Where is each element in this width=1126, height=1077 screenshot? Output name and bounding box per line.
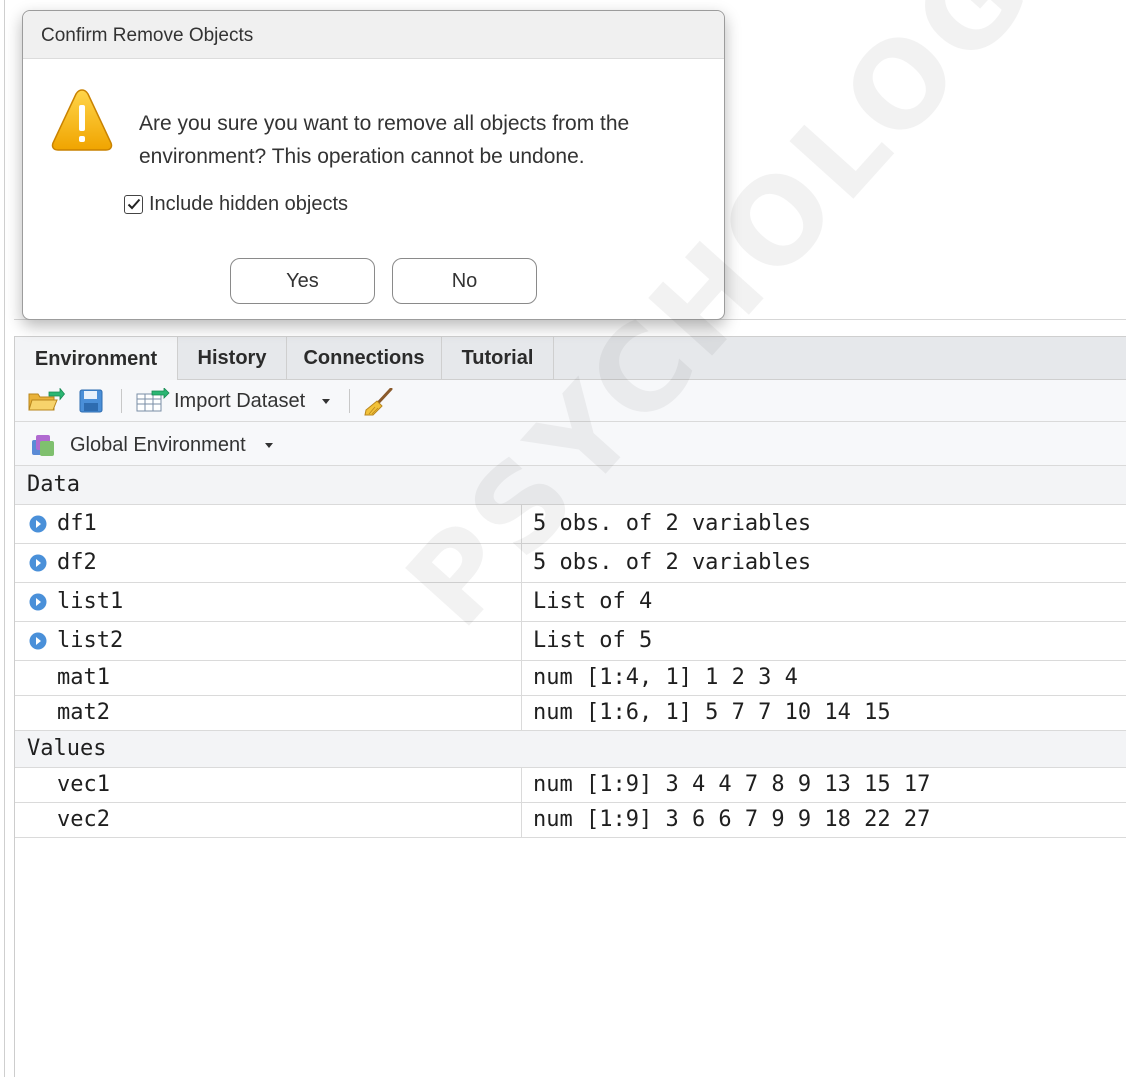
table-row[interactable]: vec1 num [1:9] 3 4 4 7 8 9 13 15 17 xyxy=(15,768,1126,803)
toolbar-separator xyxy=(349,389,350,413)
column-divider xyxy=(521,803,522,837)
object-value: num [1:4, 1] 1 2 3 4 xyxy=(533,665,798,690)
expand-icon[interactable] xyxy=(29,554,47,572)
object-value: num [1:9] 3 6 6 7 9 9 18 22 27 xyxy=(533,807,931,832)
column-divider xyxy=(521,505,522,543)
table-row[interactable]: df2 5 obs. of 2 variables xyxy=(15,544,1126,583)
dialog-message-line2: environment? This operation cannot be un… xyxy=(139,145,585,168)
expand-icon[interactable] xyxy=(29,593,47,611)
expand-icon[interactable] xyxy=(29,515,47,533)
dialog-title: Confirm Remove Objects xyxy=(41,25,254,46)
tab-environment[interactable]: Environment xyxy=(15,337,178,381)
environment-selector-bar: Global Environment xyxy=(15,422,1126,466)
import-dataset-dropdown-icon[interactable] xyxy=(322,399,330,404)
object-name: vec2 xyxy=(57,807,110,832)
object-name: list1 xyxy=(57,589,124,614)
object-value: List of 5 xyxy=(533,628,653,653)
save-icon[interactable] xyxy=(79,388,103,414)
environment-icon xyxy=(32,435,54,456)
column-divider xyxy=(521,583,522,621)
object-value: 5 obs. of 2 variables xyxy=(533,511,812,536)
include-hidden-objects-option[interactable]: Include hidden objects xyxy=(124,191,348,217)
global-environment-selector[interactable]: Global Environment xyxy=(70,434,246,457)
object-name: vec1 xyxy=(57,772,110,797)
section-header-data: Data xyxy=(15,466,1126,505)
environment-dropdown-icon[interactable] xyxy=(265,443,273,448)
pane-tabbar: Environment History Connections Tutorial xyxy=(15,336,1126,381)
object-value: num [1:6, 1] 5 7 7 10 14 15 xyxy=(533,700,891,725)
dialog-message: Are you sure you want to remove all obje… xyxy=(139,107,699,173)
object-value: 5 obs. of 2 variables xyxy=(533,550,812,575)
toolbar-separator xyxy=(121,389,122,413)
section-label-data: Data xyxy=(27,472,80,497)
object-name: df1 xyxy=(57,511,97,536)
column-divider xyxy=(521,696,522,730)
environment-grid: Data df1 5 obs. of 2 variables df2 5 obs… xyxy=(15,466,1126,838)
tab-tutorial[interactable]: Tutorial xyxy=(442,337,554,380)
object-name: list2 xyxy=(57,628,124,653)
object-name: mat2 xyxy=(57,700,110,725)
import-dataset-button[interactable]: Import Dataset xyxy=(174,390,305,413)
column-divider xyxy=(521,768,522,802)
import-dataset-icon[interactable] xyxy=(135,388,171,414)
checkmark-icon xyxy=(127,198,140,210)
table-row[interactable]: mat2 num [1:6, 1] 5 7 7 10 14 15 xyxy=(15,696,1126,731)
object-value: List of 4 xyxy=(533,589,653,614)
table-row[interactable]: list2 List of 5 xyxy=(15,622,1126,661)
expand-icon[interactable] xyxy=(29,632,47,650)
no-button[interactable]: No xyxy=(392,258,537,304)
table-row[interactable]: df1 5 obs. of 2 variables xyxy=(15,505,1126,544)
confirm-remove-dialog: Confirm Remove Objects Are you sure you … xyxy=(22,10,725,320)
dialog-titlebar: Confirm Remove Objects xyxy=(23,11,724,59)
section-header-values: Values xyxy=(15,731,1126,768)
warning-icon xyxy=(51,89,113,151)
object-name: mat1 xyxy=(57,665,110,690)
include-hidden-checkbox[interactable] xyxy=(124,194,143,214)
dialog-message-line1: Are you sure you want to remove all obje… xyxy=(139,112,630,135)
yes-button[interactable]: Yes xyxy=(230,258,375,304)
object-value: num [1:9] 3 4 4 7 8 9 13 15 17 xyxy=(533,772,931,797)
tab-history[interactable]: History xyxy=(178,337,287,380)
environment-pane: Environment History Connections Tutorial… xyxy=(14,336,1126,1077)
column-divider xyxy=(521,661,522,695)
object-name: df2 xyxy=(57,550,97,575)
tab-connections[interactable]: Connections xyxy=(287,337,442,380)
table-row[interactable]: list1 List of 4 xyxy=(15,583,1126,622)
column-divider xyxy=(521,622,522,660)
open-folder-icon[interactable] xyxy=(27,388,65,414)
table-row[interactable]: vec2 num [1:9] 3 6 6 7 9 9 18 22 27 xyxy=(15,803,1126,838)
window-left-border xyxy=(4,0,5,1077)
broom-icon[interactable] xyxy=(363,388,393,416)
section-label-values: Values xyxy=(27,736,107,761)
include-hidden-label: Include hidden objects xyxy=(149,192,349,215)
environment-toolbar: Import Dataset xyxy=(15,380,1126,422)
column-divider xyxy=(521,544,522,582)
table-row[interactable]: mat1 num [1:4, 1] 1 2 3 4 xyxy=(15,661,1126,696)
